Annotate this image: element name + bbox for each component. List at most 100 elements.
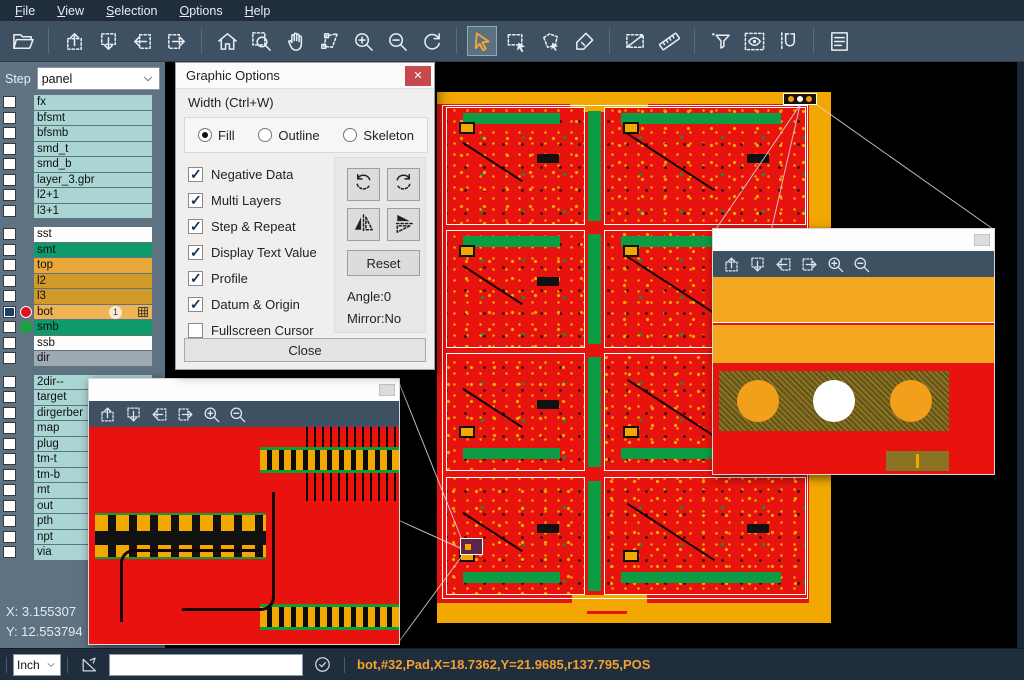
shift-up-button[interactable] [59,26,89,56]
pcb-board-r4c1[interactable] [446,477,585,595]
filter-button[interactable] [705,26,735,56]
checkbox-profile[interactable]: Profile [188,265,317,291]
brush-button[interactable] [569,26,599,56]
layer-row-l3[interactable]: l3 [0,289,165,304]
layer-visibility-checkbox[interactable] [3,244,16,256]
radio-fill[interactable]: Fill [198,128,235,143]
layer-visibility-checkbox[interactable] [3,205,16,217]
layer-visibility-checkbox[interactable] [3,174,16,186]
pan-down-icon[interactable] [748,255,767,274]
reset-button[interactable]: Reset [347,250,420,276]
magnifier-view[interactable] [713,277,994,474]
pcb-board-r1c1[interactable] [446,107,585,225]
layer-visibility-checkbox[interactable] [3,546,16,558]
layer-row-fx[interactable]: fx [0,95,165,110]
layer-name[interactable]: bfsmb [34,126,152,141]
layer-row-l3+1[interactable]: l3+1 [0,204,165,219]
magnifier-view[interactable] [89,427,399,644]
layer-row-ssb[interactable]: ssb [0,336,165,351]
layer-visibility-checkbox[interactable] [3,407,16,419]
pcb-board-r1c2[interactable] [604,107,806,225]
checkbox-multi-layers[interactable]: Multi Layers [188,187,317,213]
layer-visibility-checkbox[interactable] [3,228,16,240]
layer-row-l2+1[interactable]: l2+1 [0,188,165,203]
layer-row-layer_3.gbr[interactable]: layer_3.gbr [0,173,165,188]
magnifier-source-region-top[interactable] [783,93,817,105]
layer-visibility-checkbox[interactable] [3,438,16,450]
shift-left-button[interactable] [127,26,157,56]
layer-row-bot[interactable]: bot1 [0,305,165,320]
layer-row-bfsmb[interactable]: bfsmb [0,126,165,141]
zoom-in-icon[interactable] [202,405,221,424]
layer-visibility-checkbox[interactable] [3,189,16,201]
layer-visibility-checkbox[interactable] [3,158,16,170]
layer-row-smd_t[interactable]: smd_t [0,142,165,157]
layer-visibility-checkbox[interactable] [3,453,16,465]
pan-down-icon[interactable] [124,405,143,424]
magnifier-titlebar[interactable] [713,229,994,251]
zoom-window-button[interactable] [246,26,276,56]
close-icon[interactable] [405,66,431,86]
canvas-scrollbar[interactable] [1017,62,1024,648]
layer-visibility-checkbox[interactable] [3,306,16,318]
zoom-in-icon[interactable] [826,255,845,274]
radio-outline[interactable]: Outline [258,128,319,143]
angle-mode-icon[interactable] [80,655,99,674]
apply-icon[interactable] [313,655,332,674]
zoom-previous-button[interactable] [416,26,446,56]
layer-visibility-checkbox[interactable] [3,500,16,512]
layer-name[interactable]: fx [34,95,152,110]
select-button[interactable] [467,26,497,56]
layer-name[interactable]: ssb [34,336,152,351]
menu-options[interactable]: Options [168,4,233,18]
layer-row-sst[interactable]: sst [0,227,165,242]
layer-visibility-checkbox[interactable] [3,96,16,108]
layer-row-top[interactable]: top [0,258,165,273]
checkbox-datum-origin[interactable]: Datum & Origin [188,291,317,317]
zoom-out-icon[interactable] [852,255,871,274]
mirror-vertical-button[interactable] [387,208,420,241]
menu-help[interactable]: Help [234,4,282,18]
rotate-cw-button[interactable] [347,168,380,201]
layer-name[interactable]: l2 [34,274,152,289]
layer-name[interactable]: dir [34,351,152,366]
rotate-ccw-button[interactable] [387,168,420,201]
layer-name[interactable]: smd_b [34,157,152,172]
layer-row-smd_b[interactable]: smd_b [0,157,165,172]
layer-visibility-checkbox[interactable] [3,469,16,481]
layer-list-button[interactable] [824,26,854,56]
layer-visibility-checkbox[interactable] [3,275,16,287]
layer-visibility-checkbox[interactable] [3,422,16,434]
layer-name[interactable]: bfsmt [34,111,152,126]
polygon-select-button[interactable] [535,26,565,56]
menu-selection[interactable]: Selection [95,4,168,18]
zoom-polygon-button[interactable] [314,26,344,56]
ruler-button[interactable] [654,26,684,56]
rect-select-button[interactable] [501,26,531,56]
pcb-board-r3c1[interactable] [446,353,585,471]
step-selector[interactable]: panel [37,67,160,90]
layer-name[interactable]: smd_t [34,142,152,157]
mirror-horizontal-button[interactable] [347,208,380,241]
window-button[interactable] [379,384,395,396]
checkbox-step-repeat[interactable]: Step & Repeat [188,213,317,239]
layer-visibility-checkbox[interactable] [3,112,16,124]
checkbox-display-text-value[interactable]: Display Text Value [188,239,317,265]
window-button[interactable] [974,234,990,246]
pan-up-icon[interactable] [722,255,741,274]
menu-view[interactable]: View [46,4,95,18]
unit-selector[interactable]: Inch [13,654,61,676]
open-folder-button[interactable] [8,26,38,56]
layer-visibility-checkbox[interactable] [3,352,16,364]
magnifier-titlebar[interactable] [89,379,399,401]
layer-name[interactable]: smb [34,320,152,335]
layer-row-l2[interactable]: l2 [0,274,165,289]
checkbox-negative-data[interactable]: Negative Data [188,161,317,187]
shift-right-button[interactable] [161,26,191,56]
view-box-button[interactable] [739,26,769,56]
layer-visibility-checkbox[interactable] [3,321,16,333]
pcb-board-r2c1[interactable] [446,230,585,348]
layer-name[interactable]: layer_3.gbr [34,173,152,188]
pan-right-icon[interactable] [800,255,819,274]
layer-visibility-checkbox[interactable] [3,127,16,139]
